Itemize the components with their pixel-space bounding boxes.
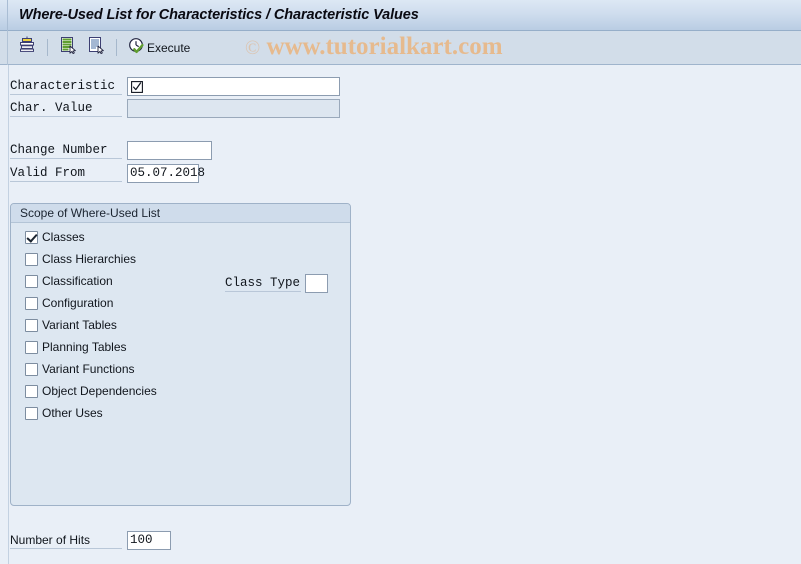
scope-groupbox-title: Scope of Where-Used List bbox=[11, 204, 350, 223]
checkbox-indicator bbox=[25, 230, 38, 244]
scope-checkbox-label: Classification bbox=[42, 274, 113, 288]
number-of-hits-row: Number of Hits 100 bbox=[10, 531, 171, 550]
toolbar-separator bbox=[47, 39, 48, 56]
char-value-label: Char. Value bbox=[10, 100, 122, 117]
char-value-row: Char. Value bbox=[10, 99, 340, 118]
sap-screen: Where-Used List for Characteristics / Ch… bbox=[0, 0, 801, 564]
titlebar-left-edge bbox=[0, 0, 8, 31]
selection-screen-canvas: Characteristic Char. Value Change Number… bbox=[0, 65, 801, 564]
scope-checkbox-variant-tables[interactable]: Variant Tables bbox=[25, 318, 117, 332]
page-title: Where-Used List for Characteristics / Ch… bbox=[19, 7, 419, 23]
scope-groupbox-body: Classes Class Hierarchies Classification… bbox=[11, 223, 350, 504]
checkbox-indicator bbox=[25, 274, 38, 288]
application-toolbar: Execute bbox=[0, 30, 801, 65]
change-number-input[interactable] bbox=[127, 141, 212, 160]
valid-from-input[interactable]: 05.07.2018 bbox=[127, 164, 205, 183]
number-of-hits-value: 100 bbox=[130, 533, 153, 547]
checkbox-indicator bbox=[25, 296, 38, 310]
scope-checkbox-configuration[interactable]: Configuration bbox=[25, 296, 113, 310]
valid-from-value: 05.07.2018 bbox=[130, 166, 206, 180]
checkbox-indicator bbox=[25, 252, 38, 266]
execute-button[interactable]: Execute bbox=[124, 35, 194, 61]
execute-button-label: Execute bbox=[147, 40, 191, 55]
execute-clock-check-icon bbox=[128, 37, 145, 59]
checkbox-indicator bbox=[25, 384, 38, 398]
class-type-label: Class Type bbox=[225, 276, 301, 292]
scope-checkbox-label: Variant Functions bbox=[42, 362, 135, 376]
scope-checkbox-label: Object Dependencies bbox=[42, 384, 157, 398]
toolbar-separator bbox=[116, 39, 117, 56]
char-value-input bbox=[127, 99, 340, 118]
number-of-hits-label: Number of Hits bbox=[10, 532, 122, 549]
select-document-entries-button[interactable] bbox=[83, 35, 109, 61]
checkbox-indicator bbox=[25, 406, 38, 420]
select-list-entries-button[interactable] bbox=[55, 35, 81, 61]
scope-checkbox-label: Classes bbox=[42, 230, 85, 244]
checkbox-indicator bbox=[25, 340, 38, 354]
characteristic-label: Characteristic bbox=[10, 78, 122, 95]
class-type-row: Class Type bbox=[225, 274, 328, 293]
class-type-input[interactable] bbox=[305, 274, 328, 293]
scope-checkbox-other-uses[interactable]: Other Uses bbox=[25, 406, 103, 420]
checkbox-indicator bbox=[25, 362, 38, 376]
scope-checkbox-variant-functions[interactable]: Variant Functions bbox=[25, 362, 135, 376]
change-number-label: Change Number bbox=[10, 142, 122, 159]
list-with-cursor-icon bbox=[59, 36, 77, 59]
document-with-cursor-icon bbox=[87, 36, 105, 59]
valid-from-label: Valid From bbox=[10, 165, 122, 182]
scope-groupbox: Scope of Where-Used List Classes Class H… bbox=[10, 203, 351, 506]
number-of-hits-input[interactable]: 100 bbox=[127, 531, 171, 550]
scope-checkbox-label: Class Hierarchies bbox=[42, 252, 137, 266]
print-list-button[interactable] bbox=[14, 35, 40, 61]
checkbox-indicator bbox=[25, 318, 38, 332]
toolbar-left-edge bbox=[0, 30, 8, 65]
scope-checkbox-classes[interactable]: Classes bbox=[25, 230, 85, 244]
print-list-icon bbox=[18, 36, 36, 59]
scope-checkbox-object-dependencies[interactable]: Object Dependencies bbox=[25, 384, 157, 398]
valid-from-row: Valid From 05.07.2018 bbox=[10, 164, 205, 183]
scope-checkbox-classification[interactable]: Classification bbox=[25, 274, 113, 288]
characteristic-row: Characteristic bbox=[10, 77, 340, 96]
scope-checkbox-planning-tables[interactable]: Planning Tables bbox=[25, 340, 127, 354]
scope-checkbox-label: Configuration bbox=[42, 296, 114, 310]
scope-checkbox-label: Other Uses bbox=[42, 406, 103, 420]
characteristic-checkbox-marker bbox=[130, 80, 143, 93]
window-titlebar: Where-Used List for Characteristics / Ch… bbox=[0, 0, 801, 31]
scope-checkbox-label: Variant Tables bbox=[42, 318, 117, 332]
scope-checkbox-class-hierarchies[interactable]: Class Hierarchies bbox=[25, 252, 136, 266]
change-number-row: Change Number bbox=[10, 141, 212, 160]
characteristic-input[interactable] bbox=[127, 77, 340, 96]
scope-checkbox-label: Planning Tables bbox=[42, 340, 127, 354]
